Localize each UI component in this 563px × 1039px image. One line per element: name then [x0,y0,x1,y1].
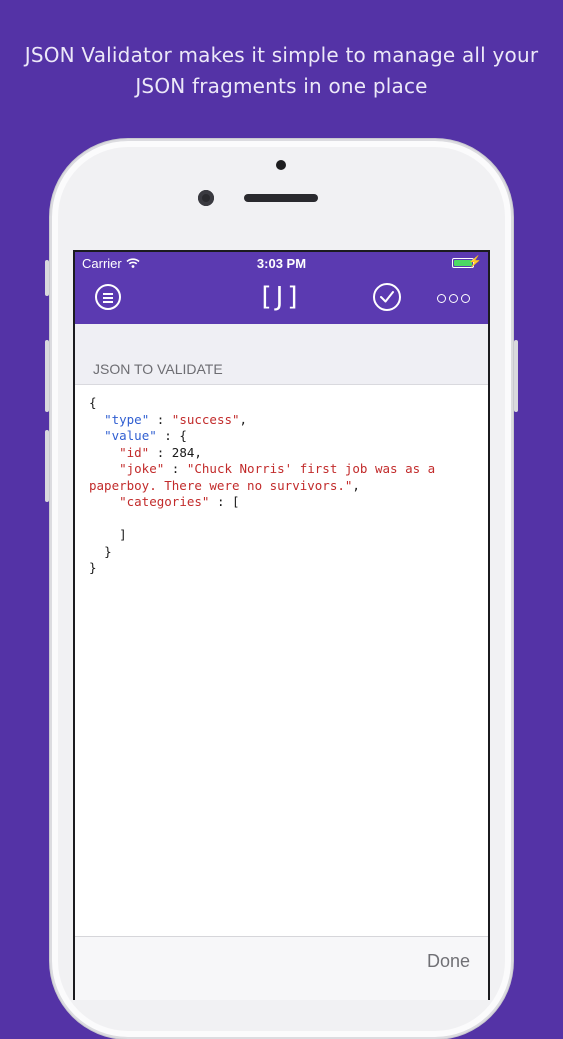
json-close-brace-outer: } [89,560,97,575]
nav-bar: [J] [75,274,488,324]
headline-line-2: JSON fragments in one place [135,74,428,98]
done-button[interactable]: Done [427,951,470,972]
proximity-sensor [276,160,286,170]
more-dot [461,294,470,303]
json-editor[interactable]: { "type" : "success", "value" : { "id" :… [75,385,488,945]
silent-switch [45,260,49,296]
keyboard-toolbar: Done [75,936,488,1000]
json-open-bracket: [ [232,494,240,509]
more-dot [437,294,446,303]
json-close-brace-inner: } [104,543,112,559]
json-close-bracket: ] [119,527,127,542]
status-time: 3:03 PM [256,256,307,271]
front-camera [198,190,214,206]
app-header: Carrier 3:03 PM ⚡ [J] [75,252,488,324]
json-value-id: 284 [171,444,195,460]
more-dot [449,294,458,303]
power-button [514,340,518,412]
json-key-value: "value" [104,428,157,443]
section-spacer [75,324,488,354]
json-value-joke-1: "Chuck Norris' first job was as a [186,461,436,476]
json-key-type: "type" [104,411,150,427]
json-key-categories: "categories" [119,494,210,509]
headline-line-1: JSON Validator makes it simple to manage… [24,43,539,67]
more-options-button[interactable] [437,294,470,303]
validate-button[interactable] [373,283,401,311]
volume-down-button [45,430,49,502]
checkmark-icon [380,291,394,303]
json-key-joke: "joke" [119,461,165,476]
earpiece-speaker [244,194,318,202]
status-bar: Carrier 3:03 PM ⚡ [75,252,488,274]
section-title: JSON TO VALIDATE [75,354,488,385]
json-value-joke-2: paperboy. There were no survivors." [89,477,353,493]
json-key-id: "id" [119,444,150,460]
app-logo: [J] [261,282,302,312]
json-value-type: "success" [171,411,240,427]
app-screen: Carrier 3:03 PM ⚡ [J] JSON TO VALIDATE {… [73,250,490,1000]
json-brace: { [89,395,97,410]
charging-bolt-icon: ⚡ [468,256,482,268]
volume-up-button [45,340,49,412]
promo-headline: JSON Validator makes it simple to manage… [0,40,563,102]
